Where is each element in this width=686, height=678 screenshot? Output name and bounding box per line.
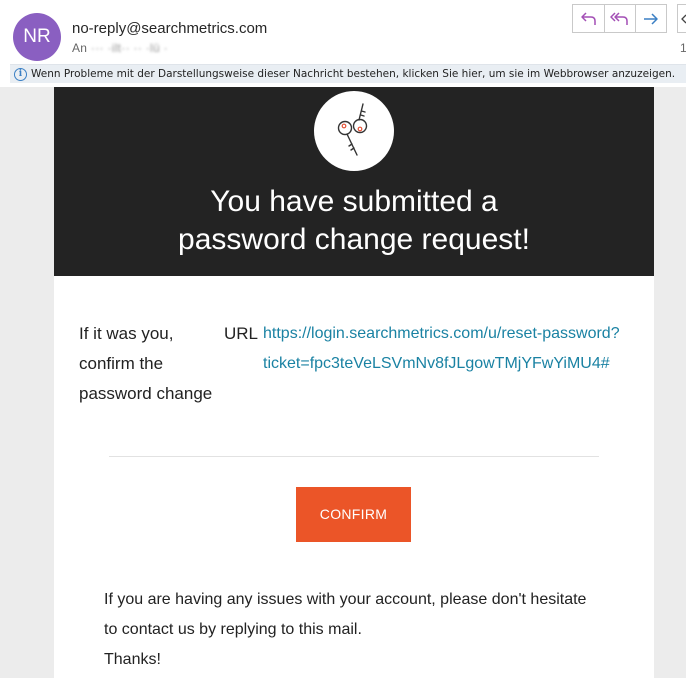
reply-icon: [580, 11, 596, 25]
hero-icon-circle: [314, 91, 394, 171]
reset-link-line2[interactable]: ticket=fpc3teVeLSVmNv8fJLgowTMjYFwYiMU4#: [263, 349, 633, 379]
confirm-instructions-line3: password change: [79, 384, 213, 403]
recipient-name[interactable]: ··· ·ilt·· ·· ·lü ·: [91, 41, 168, 55]
forward-button[interactable]: [635, 4, 667, 33]
hero-banner: You have submitted a password change req…: [54, 87, 654, 276]
more-actions-button[interactable]: [677, 4, 686, 33]
hero-title: You have submitted a password change req…: [54, 183, 654, 259]
recipient-prefix: An: [72, 41, 88, 55]
message-actions: [572, 4, 667, 33]
confirm-button[interactable]: CONFIRM: [296, 487, 411, 542]
confirm-instructions-line1: If it was you,: [79, 324, 174, 343]
info-icon: i: [14, 67, 27, 81]
url-label: URL: [224, 324, 259, 343]
hero-title-line2: password change request!: [178, 223, 530, 256]
recipient-line: An ··· ·ilt·· ·· ·lü ·: [72, 41, 168, 55]
divider: [109, 456, 599, 457]
support-message: If you are having any issues with your a…: [104, 585, 624, 675]
message-body: You have submitted a password change req…: [0, 87, 686, 678]
chevron-left-icon: [681, 14, 686, 23]
support-line1: If you are having any issues with your a…: [104, 591, 587, 608]
reply-all-icon: [610, 11, 628, 25]
hero-title-line1: You have submitted a: [210, 185, 498, 218]
sender-address[interactable]: no-reply@searchmetrics.com: [72, 20, 267, 37]
keys-icon: [337, 103, 368, 156]
date-fragment: 1: [680, 41, 686, 55]
email-card: You have submitted a password change req…: [54, 87, 654, 678]
reply-button[interactable]: [572, 4, 605, 33]
confirm-instructions: If it was you, confirm the password chan…: [79, 319, 229, 409]
info-bar-text[interactable]: Wenn Probleme mit der Darstellungsweise …: [31, 68, 675, 80]
support-line2: to contact us by replying to this mail.: [104, 621, 362, 638]
mail-header: NR no-reply@searchmetrics.com An ··· ·il…: [0, 0, 686, 64]
avatar[interactable]: NR: [13, 13, 61, 61]
reply-all-button[interactable]: [604, 4, 636, 33]
reset-link-line1[interactable]: https://login.searchmetrics.com/u/reset-…: [263, 319, 633, 349]
display-info-bar[interactable]: i Wenn Probleme mit der Darstellungsweis…: [10, 64, 686, 83]
reset-password-link[interactable]: https://login.searchmetrics.com/u/reset-…: [263, 319, 633, 379]
confirm-instructions-line2: confirm the: [79, 354, 164, 373]
thanks-line: Thanks!: [104, 651, 161, 668]
forward-icon: [644, 12, 658, 25]
